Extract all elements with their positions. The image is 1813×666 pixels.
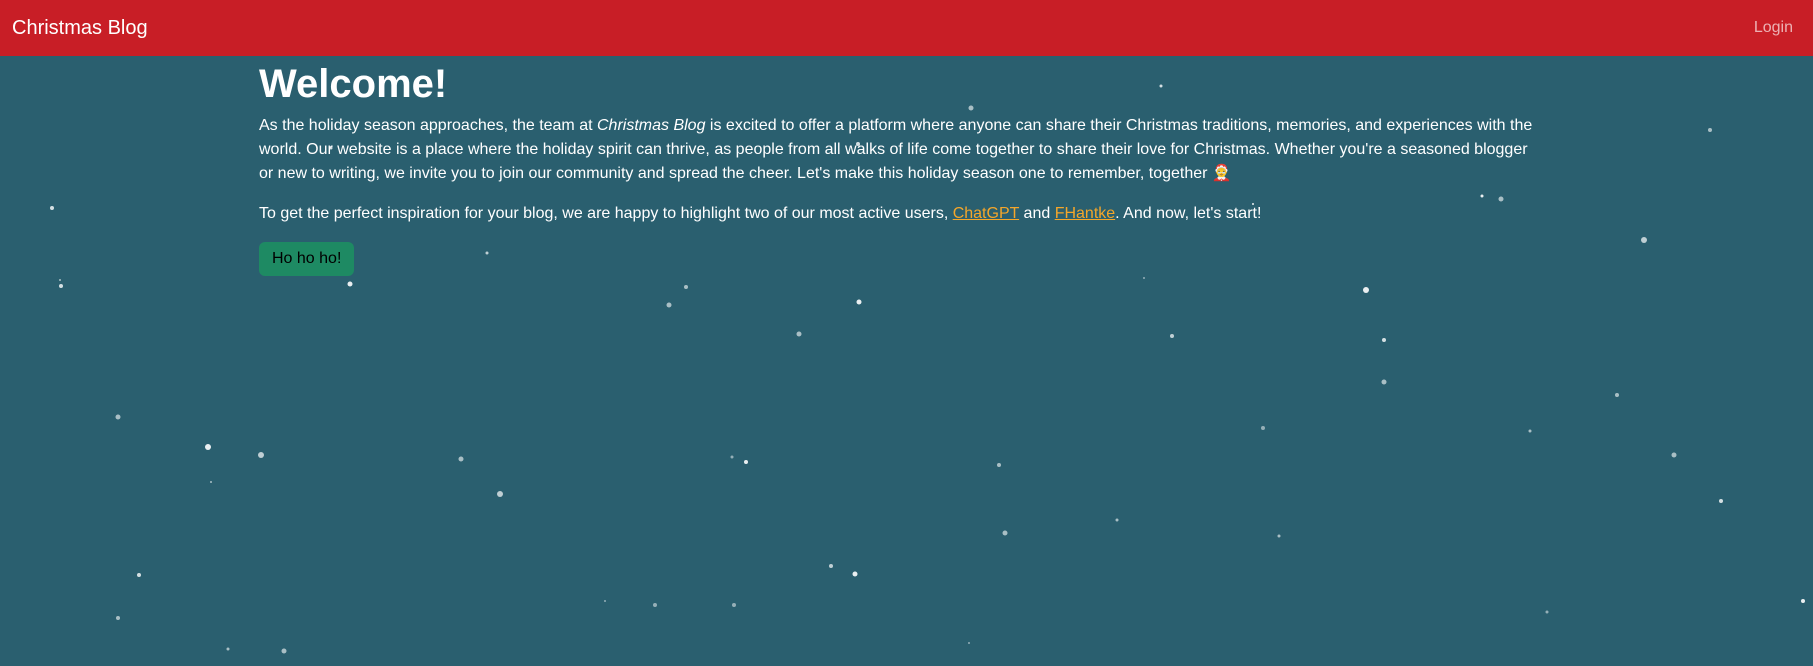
- intro-text-start: As the holiday season approaches, the te…: [259, 117, 597, 134]
- intro-paragraph: As the holiday season approaches, the te…: [259, 114, 1539, 186]
- intro-blog-name: Christmas Blog: [597, 117, 706, 134]
- ho-ho-ho-button[interactable]: Ho ho ho!: [259, 242, 355, 276]
- user-link-fhantke[interactable]: FHantke: [1055, 205, 1115, 222]
- inspiration-paragraph: To get the perfect inspiration for your …: [259, 202, 1539, 226]
- brand-link[interactable]: Christmas Blog: [12, 17, 148, 40]
- inspiration-and: and: [1019, 205, 1055, 222]
- navbar: Christmas Blog Login: [0, 0, 1813, 56]
- login-link[interactable]: Login: [1754, 19, 1793, 37]
- inspiration-text-end: . And now, let's start!: [1115, 205, 1262, 222]
- user-link-chatgpt[interactable]: ChatGPT: [953, 205, 1019, 222]
- inspiration-text-start: To get the perfect inspiration for your …: [259, 205, 953, 222]
- main-content: Welcome! As the holiday season approache…: [259, 56, 1539, 276]
- welcome-heading: Welcome!: [259, 62, 448, 106]
